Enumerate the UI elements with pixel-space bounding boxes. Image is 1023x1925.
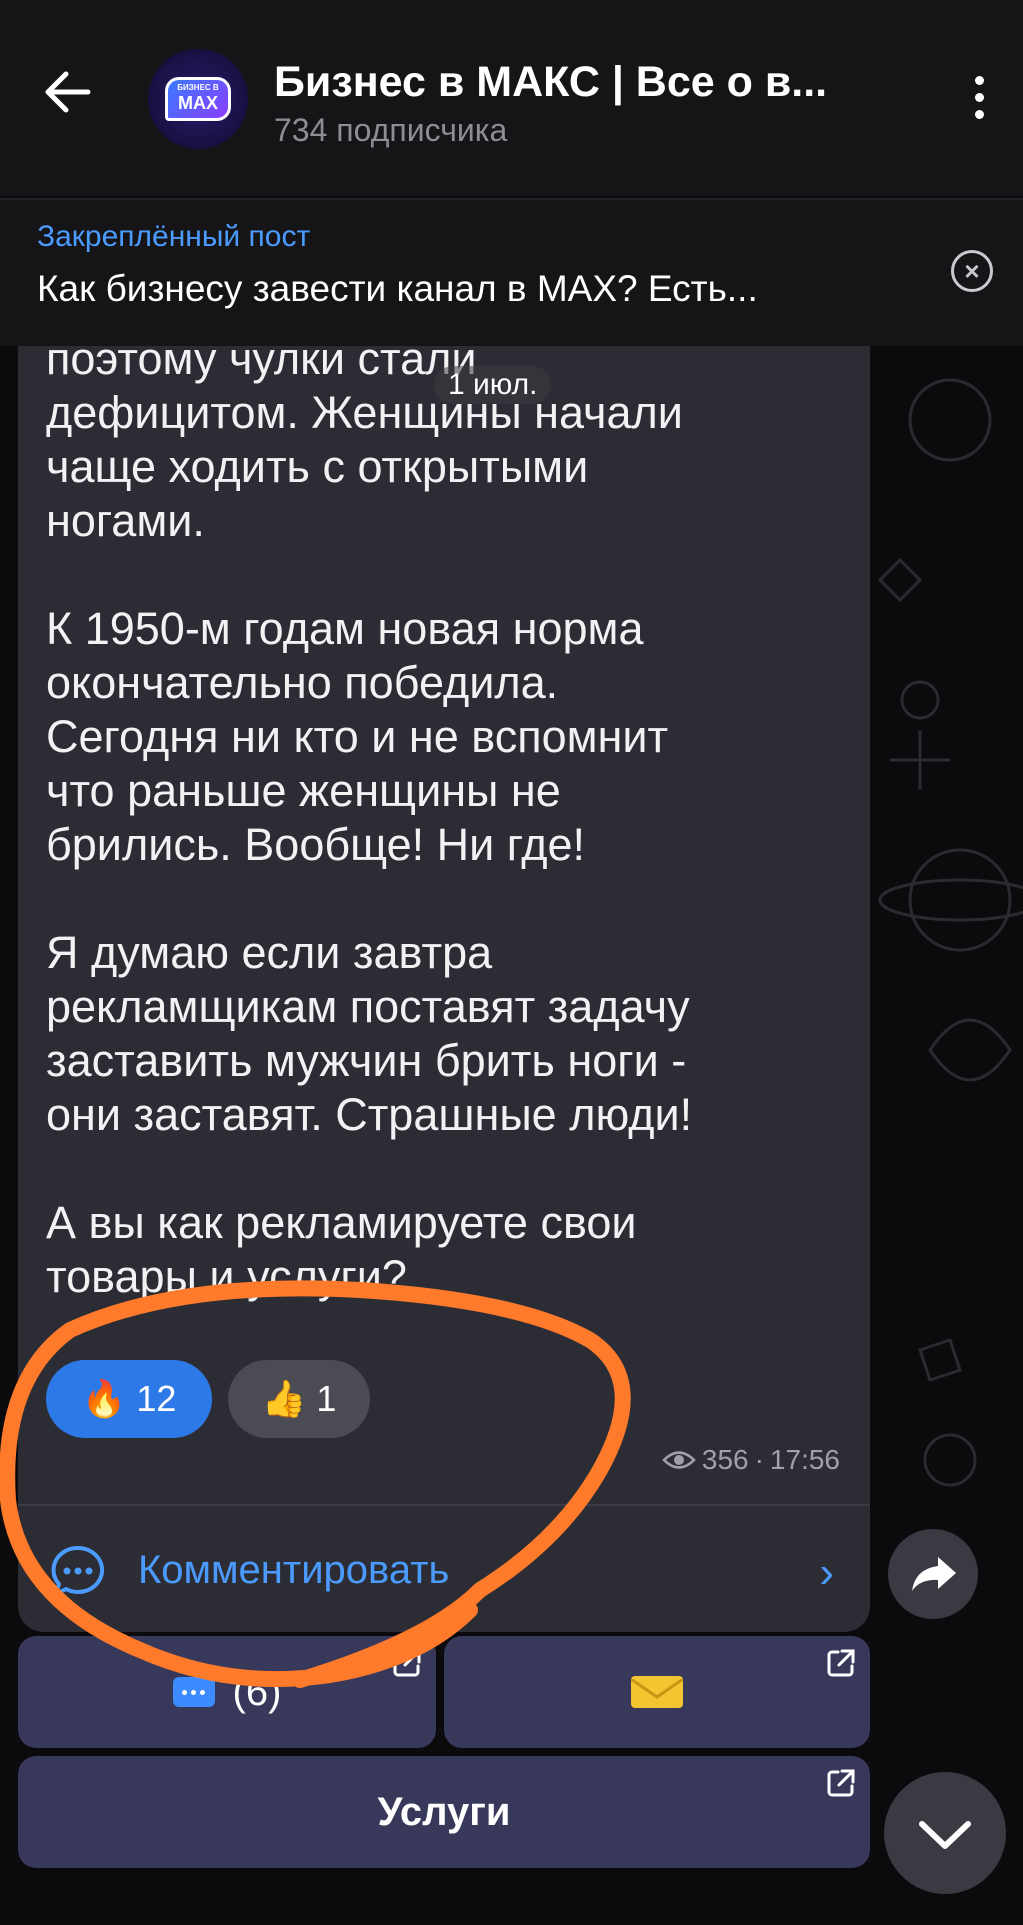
message-inline-button[interactable] [444,1636,870,1748]
thumbs-up-icon: 👍 [261,1378,307,1419]
external-link-icon [393,1649,421,1677]
fire-icon: 🔥 [81,1378,127,1419]
share-button[interactable] [888,1529,978,1619]
message-meta: 356 · 17:56 [662,1444,840,1476]
reaction-count: 12 [136,1378,177,1419]
view-count: 356 [701,1444,749,1475]
reaction-count: 1 [316,1378,337,1419]
comment-bubble-icon [51,1545,105,1596]
external-link-icon [827,1769,855,1797]
message-time: 17:56 [769,1444,840,1475]
message-text: поэтому чулки стали дефицитом. Женщины н… [46,346,693,1302]
arrow-left-icon [45,71,91,113]
envelope-icon [631,1676,683,1708]
chat-bubble-icon [172,1677,215,1707]
reaction-thumbs-up-button[interactable]: 👍 1 [228,1360,370,1438]
close-pinned-button[interactable]: × [951,250,993,292]
comment-button[interactable]: Комментировать › [18,1506,870,1632]
meta-separator: · [754,1444,764,1475]
avatar-logo-big-text: MAX [178,93,218,113]
max-logo: БИЗНЕС В MAX [165,77,231,121]
close-icon: × [964,256,980,286]
subscriber-count: 734 подписчика [274,112,508,148]
chevron-down-icon [919,1821,971,1849]
dot-icon [974,93,984,102]
services-inline-button[interactable]: Услуги [18,1756,870,1868]
pinned-label: Закреплённый пост [37,220,311,253]
chevron-right-icon: › [819,1548,834,1597]
share-arrow-icon [912,1557,956,1591]
eye-icon [662,1451,696,1469]
external-link-icon [827,1649,855,1677]
dot-icon [974,110,984,119]
pinned-text: Как бизнесу завести канал в MAX? Есть... [37,268,758,309]
channel-avatar[interactable]: БИЗНЕС В MAX [148,49,248,149]
date-chip: 1 июл. [434,366,552,404]
services-label: Услуги [377,1789,511,1834]
message-bubble[interactable]: поэтому чулки стали дефицитом. Женщины н… [18,346,870,1632]
dot-icon [974,76,984,85]
channel-title[interactable]: Бизнес в МАКС | Все о в... [274,58,874,107]
comment-label: Комментировать [138,1548,450,1592]
pinned-post-bar[interactable]: Закреплённый пост Как бизнесу завести ка… [0,198,1023,346]
scroll-down-button[interactable] [884,1772,1006,1894]
avatar-logo-small-text: БИЗНЕС В [177,83,219,92]
back-button[interactable] [38,62,98,122]
more-menu-button[interactable] [967,76,991,132]
channel-header: БИЗНЕС В MAX Бизнес в МАКС | Все о в... … [0,0,1023,196]
comments-inline-button[interactable]: (6) [18,1636,436,1748]
reaction-fire-button[interactable]: 🔥 12 [46,1360,212,1438]
comments-count-label: (6) [232,1669,282,1714]
